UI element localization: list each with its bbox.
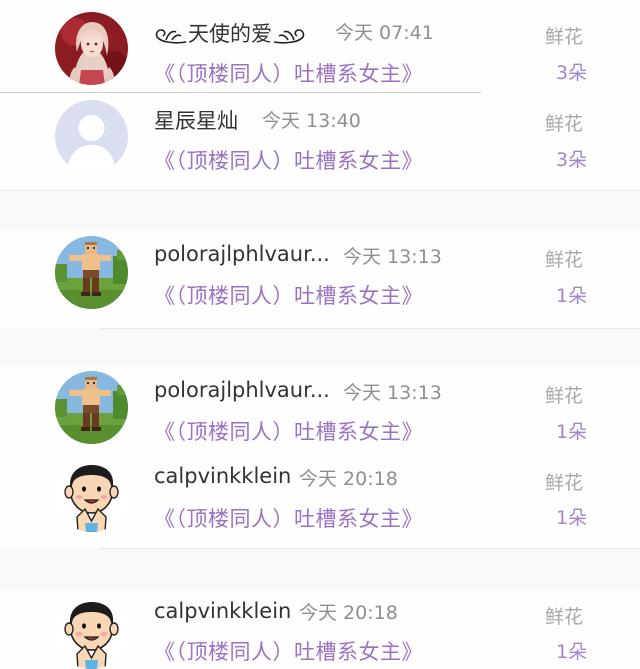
gift-time: 今天 20:18 <box>299 602 398 624</box>
section-divider <box>0 190 640 191</box>
pixel-character-avatar[interactable] <box>55 236 128 309</box>
anime-girl-avatar[interactable] <box>55 12 128 85</box>
section-divider <box>100 548 640 549</box>
novel-title[interactable]: 《（顶楼同人）吐槽系女主》 <box>154 58 423 88</box>
gift-record-row[interactable]: polorajlphlvaur... 今天 13:13 《（顶楼同人）吐槽系女主… <box>0 230 640 328</box>
ornament-right-icon <box>273 29 305 44</box>
user-name-text: 天使的爱 <box>188 22 272 46</box>
default-user-avatar[interactable] <box>55 100 128 173</box>
gift-time: 今天 13:13 <box>343 382 442 404</box>
cartoon-boy-avatar[interactable] <box>55 596 128 669</box>
gift-type-label: 鲜花 <box>545 113 584 135</box>
user-name[interactable]: polorajlphlvaur... <box>154 242 330 266</box>
section-divider <box>100 328 640 329</box>
gift-count: 1朵 <box>556 507 588 529</box>
user-name[interactable]: calpvinkklein <box>154 464 291 488</box>
gift-time: 今天 13:13 <box>343 246 442 268</box>
gift-record-row[interactable]: polorajlphlvaur... 今天 13:13 《（顶楼同人）吐槽系女主… <box>0 366 640 454</box>
novel-title[interactable]: 《（顶楼同人）吐槽系女主》 <box>154 280 423 310</box>
section-gap <box>0 328 640 366</box>
gift-record-row[interactable]: 星辰星灿 今天 13:40 《（顶楼同人）吐槽系女主》 鲜花 3朵 <box>0 93 640 190</box>
novel-title[interactable]: 《（顶楼同人）吐槽系女主》 <box>154 636 423 666</box>
user-name[interactable]: 天使的爱 <box>154 18 306 48</box>
gift-count: 1朵 <box>556 641 588 663</box>
gift-record-row[interactable]: calpvinkklein 今天 20:18 《（顶楼同人）吐槽系女主》 鲜花 … <box>0 590 640 669</box>
gift-time: 今天 07:41 <box>335 22 434 44</box>
novel-title[interactable]: 《（顶楼同人）吐槽系女主》 <box>154 145 423 175</box>
gift-count: 1朵 <box>556 421 588 443</box>
gift-count: 3朵 <box>556 149 588 171</box>
gift-record-row[interactable]: calpvinkklein 今天 20:18 《（顶楼同人）吐槽系女主》 鲜花 … <box>0 454 640 548</box>
pixel-character-avatar[interactable] <box>55 371 128 444</box>
novel-title[interactable]: 《（顶楼同人）吐槽系女主》 <box>154 416 423 446</box>
user-name[interactable]: polorajlphlvaur... <box>154 378 330 402</box>
gift-record-row[interactable]: 天使的爱 今天 07:41 《（顶楼同人）吐槽系女主》 鲜花 3朵 <box>0 0 640 92</box>
gift-type-label: 鲜花 <box>545 606 584 628</box>
novel-title[interactable]: 《（顶楼同人）吐槽系女主》 <box>154 503 423 533</box>
gift-type-label: 鲜花 <box>545 26 584 48</box>
gift-type-label: 鲜花 <box>545 249 584 271</box>
gift-type-label: 鲜花 <box>545 385 584 407</box>
section-gap <box>0 190 640 230</box>
gift-count: 1朵 <box>556 285 588 307</box>
gift-time: 今天 13:40 <box>262 110 361 132</box>
ornament-left-icon <box>155 29 187 44</box>
gift-time: 今天 20:18 <box>299 468 398 490</box>
user-name[interactable]: calpvinkklein <box>154 599 291 623</box>
cartoon-boy-avatar[interactable] <box>55 459 128 532</box>
section-gap <box>0 548 640 590</box>
gift-count: 3朵 <box>556 62 588 84</box>
user-name[interactable]: 星辰星灿 <box>154 105 238 135</box>
gift-type-label: 鲜花 <box>545 472 584 494</box>
